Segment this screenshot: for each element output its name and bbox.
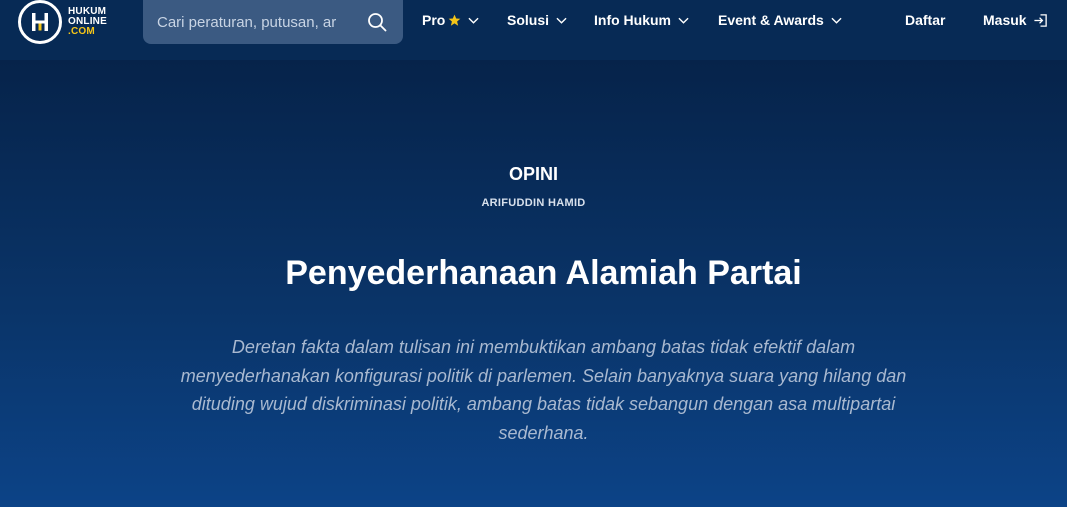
nav-event-awards-label: Event & Awards — [718, 12, 824, 28]
article-author[interactable]: ARIFUDDIN HAMID — [0, 197, 1067, 209]
hukumonline-logo[interactable]: HUKUM ONLINE .COM — [18, 0, 107, 44]
chevron-down-icon — [831, 17, 842, 24]
top-navbar: HUKUM ONLINE .COM Pro Solusi Info Hukum — [0, 0, 1067, 60]
star-icon — [448, 14, 461, 26]
logo-word-dotcom: .COM — [68, 26, 95, 37]
search-box — [143, 0, 403, 44]
masuk-link[interactable]: Masuk — [983, 0, 1048, 40]
nav-info-hukum-label: Info Hukum — [594, 12, 671, 28]
nav-info-hukum[interactable]: Info Hukum — [594, 0, 689, 40]
chevron-down-icon — [468, 17, 479, 24]
logo-h-icon — [18, 0, 62, 44]
nav-pro[interactable]: Pro — [422, 0, 479, 40]
article-hero: OPINI ARIFUDDIN HAMID Penyederhanaan Ala… — [0, 60, 1067, 507]
article-title: Penyederhanaan Alamiah Partai — [285, 254, 802, 292]
article-summary: Deretan fakta dalam tulisan ini membukti… — [180, 337, 907, 443]
masuk-label: Masuk — [983, 12, 1027, 28]
login-icon — [1033, 13, 1047, 27]
logo-wordmark: HUKUM ONLINE .COM — [68, 7, 107, 37]
daftar-label: Daftar — [905, 12, 946, 28]
chevron-down-icon — [678, 17, 689, 24]
nav-event-awards[interactable]: Event & Awards — [718, 0, 842, 40]
search-input[interactable] — [155, 12, 355, 32]
article-category[interactable]: OPINI — [0, 164, 1067, 185]
search-icon[interactable] — [367, 12, 387, 32]
nav-solusi[interactable]: Solusi — [507, 0, 567, 40]
nav-pro-label: Pro — [422, 12, 446, 28]
daftar-link[interactable]: Daftar — [905, 0, 945, 40]
nav-solusi-label: Solusi — [507, 12, 550, 28]
chevron-down-icon — [556, 17, 567, 24]
